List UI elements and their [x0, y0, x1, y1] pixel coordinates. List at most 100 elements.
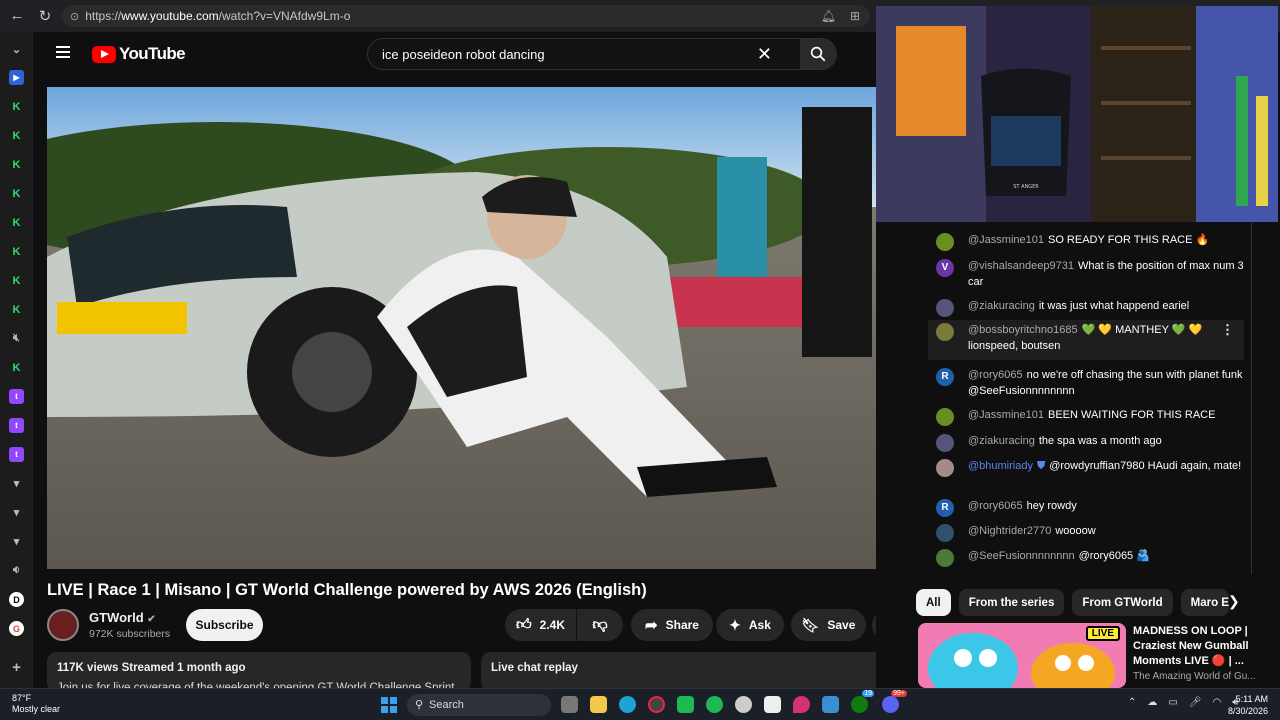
chat-username[interactable]: @ziakuracing — [968, 300, 1035, 312]
twitch-icon[interactable]: t — [9, 418, 24, 433]
tray-overflow-icon[interactable]: ⌃ — [1128, 697, 1136, 708]
weather-condition: Mostly clear — [12, 704, 61, 714]
chat-avatar[interactable] — [936, 434, 954, 452]
kick-icon[interactable]: K — [9, 302, 24, 317]
mic-icon[interactable]: 🎤︎ — [1189, 697, 1202, 708]
app-install-icon[interactable]: ⊞ — [850, 9, 860, 23]
settings-icon[interactable] — [735, 696, 752, 713]
share-button[interactable]: ➦ Share — [631, 609, 713, 641]
recommended-channel[interactable]: The Amazing World of Gu... — [1133, 671, 1256, 682]
speaker-icon[interactable]: 🔉︎ — [9, 563, 24, 578]
sidebar-media-icon[interactable]: ▶ — [9, 70, 24, 85]
notification-bell-icon[interactable]: 🔔︎ — [821, 9, 836, 23]
chat-avatar[interactable] — [936, 299, 954, 317]
chat-avatar[interactable] — [936, 233, 954, 251]
menu-icon[interactable] — [56, 46, 70, 58]
bookmark-icon: 🔖︎ — [801, 616, 820, 633]
search-button[interactable] — [800, 39, 836, 69]
chat-username[interactable]: @Jassmine101 — [968, 234, 1044, 246]
download-arrow-icon[interactable]: ▾ — [9, 476, 24, 491]
live-chat-replay[interactable]: Live chat replay — [481, 652, 905, 692]
youtube-logo[interactable]: YouTube — [92, 44, 186, 64]
like-button[interactable]: 👍︎ 2.4K — [505, 609, 576, 641]
collapse-chevron-icon[interactable]: ⌄ — [9, 42, 24, 57]
display-icon[interactable]: ▭ — [1168, 697, 1177, 708]
dislike-button[interactable]: 👎︎ — [577, 609, 623, 641]
description-box[interactable]: 117K views Streamed 1 month ago Join us … — [47, 652, 471, 694]
kick-icon[interactable]: K — [9, 360, 24, 375]
chip-from-series[interactable]: From the series — [958, 589, 1065, 616]
chat-avatar[interactable] — [936, 549, 954, 567]
twitch-icon[interactable]: t — [9, 447, 24, 462]
notepad-icon[interactable] — [764, 696, 781, 713]
kick-icon[interactable]: K — [9, 128, 24, 143]
chat-username[interactable]: @ziakuracing — [968, 435, 1035, 447]
xbox-icon[interactable]: 19 — [851, 690, 874, 713]
kick-icon[interactable]: K — [9, 99, 24, 114]
taskbar-search[interactable]: ⚲ Search — [407, 694, 551, 716]
reload-icon[interactable]: ↻ — [30, 7, 60, 25]
chat-username-moderator[interactable]: @bhumiriady — [968, 460, 1033, 472]
back-icon[interactable]: ← — [2, 7, 32, 24]
temperature: 87°F — [12, 693, 32, 703]
kick-icon[interactable]: K — [9, 244, 24, 259]
chat-username[interactable]: @rory6065 — [968, 500, 1023, 512]
chat-avatar[interactable] — [936, 323, 954, 341]
spreadsheet-icon[interactable] — [677, 696, 694, 713]
windows-start-icon[interactable] — [381, 697, 397, 713]
chip-from-channel[interactable]: From GTWorld — [1072, 589, 1173, 616]
system-clock[interactable]: 5:11 AM 8/30/2026 — [1228, 693, 1268, 717]
chat-avatar[interactable] — [936, 459, 954, 477]
edge-browser-icon[interactable] — [619, 696, 636, 713]
discord-icon[interactable]: 99+ — [882, 690, 907, 713]
file-explorer-icon[interactable] — [590, 696, 607, 713]
chat-username[interactable]: @rory6065 — [968, 369, 1023, 381]
recommended-thumbnail[interactable]: LIVE — [918, 623, 1126, 688]
subscribe-button[interactable]: Subscribe — [186, 609, 263, 641]
chat-username[interactable]: @Nightrider2770 — [968, 525, 1051, 537]
download-arrow-icon[interactable]: ▾ — [9, 505, 24, 520]
chat-more-icon[interactable]: ⋮ — [1221, 322, 1234, 338]
chip-all[interactable]: All — [916, 589, 951, 616]
app-icon[interactable] — [648, 696, 665, 713]
chat-username[interactable]: @vishalsandeep9731 — [968, 260, 1074, 272]
twitch-icon[interactable]: t — [9, 389, 24, 404]
chat-avatar[interactable]: V — [936, 259, 954, 277]
photos-icon[interactable] — [822, 696, 839, 713]
chat-avatar[interactable]: R — [936, 368, 954, 386]
chat-avatar[interactable]: R — [936, 499, 954, 517]
google-icon[interactable]: G — [9, 621, 24, 636]
kick-icon[interactable]: K — [9, 157, 24, 172]
clear-search-icon[interactable]: ✕ — [757, 44, 772, 65]
chat-username[interactable]: @Jassmine101 — [968, 409, 1044, 421]
task-view-icon[interactable] — [561, 696, 578, 713]
wifi-icon[interactable]: ◠ — [1213, 697, 1222, 708]
download-arrow-icon[interactable]: ▾ — [9, 534, 24, 549]
maps-pin-icon[interactable] — [793, 696, 810, 713]
d-app-icon[interactable]: D — [9, 592, 24, 607]
search-input[interactable]: ice poseideon robot dancing ✕ — [367, 38, 837, 70]
network-icon[interactable]: ☁ — [1147, 697, 1157, 708]
video-player[interactable] — [47, 87, 904, 569]
kick-icon[interactable]: K — [9, 273, 24, 288]
ask-button[interactable]: ✦ Ask — [716, 609, 784, 641]
channel-name[interactable]: GTWorld ✔ — [89, 610, 156, 625]
kick-icon[interactable]: K — [9, 215, 24, 230]
muted-speaker-icon[interactable]: 🔇︎ — [9, 331, 24, 346]
address-bar[interactable]: ⊙ https://www.youtube.com/watch?v=VNAfdw… — [62, 5, 870, 27]
kick-icon[interactable]: K — [9, 186, 24, 201]
site-info-icon[interactable]: ⊙ — [70, 10, 79, 23]
weather-widget[interactable]: 87°F Mostly clear — [12, 693, 60, 715]
chip-topic[interactable]: Maro Er — [1180, 589, 1229, 616]
chevron-right-icon[interactable]: ❯ — [1228, 593, 1240, 610]
chat-username[interactable]: @bossboyritchno1685 — [968, 324, 1078, 336]
spotify-icon[interactable] — [706, 696, 723, 713]
recommended-title[interactable]: MADNESS ON LOOP | Craziest New Gumball M… — [1133, 624, 1273, 669]
add-icon[interactable]: + — [9, 659, 24, 676]
chat-username[interactable]: @SeeFusionnnnnnnn — [968, 550, 1075, 562]
chat-avatar[interactable] — [936, 524, 954, 542]
chat-avatar[interactable] — [936, 408, 954, 426]
channel-avatar[interactable] — [47, 609, 79, 641]
save-button[interactable]: 🔖︎ Save — [791, 609, 866, 641]
recommended-video[interactable]: LIVE MADNESS ON LOOP | Craziest New Gumb… — [918, 623, 1280, 688]
